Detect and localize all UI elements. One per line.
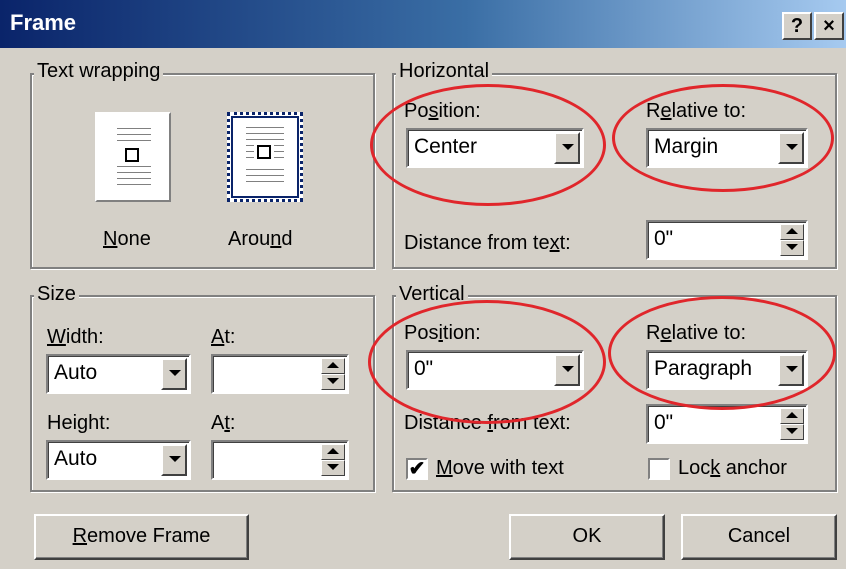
height-at-label: At: (211, 412, 236, 434)
close-button[interactable]: × (814, 12, 844, 40)
remove-frame-button[interactable]: Remove Frame (34, 514, 249, 560)
height-label: Height: (47, 412, 111, 434)
annotation-oval-horizontal-position (370, 84, 606, 206)
spinner-arrows-icon[interactable] (780, 408, 804, 440)
move-with-text-label: Move with text (436, 457, 564, 479)
lock-anchor-checkbox[interactable] (648, 458, 670, 480)
cancel-button[interactable]: Cancel (681, 514, 837, 560)
chevron-down-icon[interactable] (161, 444, 187, 476)
wrap-none-label: None (103, 228, 151, 250)
text-wrapping-label: Text wrapping (34, 60, 164, 83)
annotation-oval-vertical-position (368, 300, 606, 424)
horizontal-distance-label: Distance from text: (404, 232, 571, 254)
wrap-none-option[interactable] (95, 112, 171, 202)
height-dropdown[interactable]: Auto (46, 440, 191, 480)
title-bar (0, 0, 846, 48)
chevron-down-icon[interactable] (161, 358, 187, 390)
width-label: Width: (47, 326, 104, 348)
help-button[interactable]: ? (782, 12, 812, 40)
frame-box-icon (125, 148, 139, 162)
spinner-arrows-icon[interactable] (321, 444, 345, 476)
ok-button[interactable]: OK (509, 514, 665, 560)
move-with-text-checkbox[interactable]: ✔ (406, 458, 428, 480)
width-dropdown[interactable]: Auto (46, 354, 191, 394)
width-at-spinner[interactable] (211, 354, 349, 394)
spinner-arrows-icon[interactable] (321, 358, 345, 390)
wrap-around-option[interactable] (227, 112, 303, 202)
text-wrapping-group (30, 73, 375, 269)
frame-box-icon (257, 145, 271, 159)
horizontal-distance-spinner[interactable]: 0" (646, 220, 808, 260)
width-at-label: At: (211, 326, 236, 348)
wrap-around-label: Around (228, 228, 293, 250)
annotation-oval-vertical-relative (608, 296, 836, 410)
annotation-oval-horizontal-relative (612, 84, 834, 192)
height-at-spinner[interactable] (211, 440, 349, 480)
spinner-arrows-icon[interactable] (780, 224, 804, 256)
window-title: Frame (10, 10, 77, 35)
size-label: Size (34, 283, 79, 306)
vertical-distance-spinner[interactable]: 0" (646, 404, 808, 444)
lock-anchor-label: Lock anchor (678, 457, 787, 479)
horizontal-label: Horizontal (396, 60, 493, 83)
